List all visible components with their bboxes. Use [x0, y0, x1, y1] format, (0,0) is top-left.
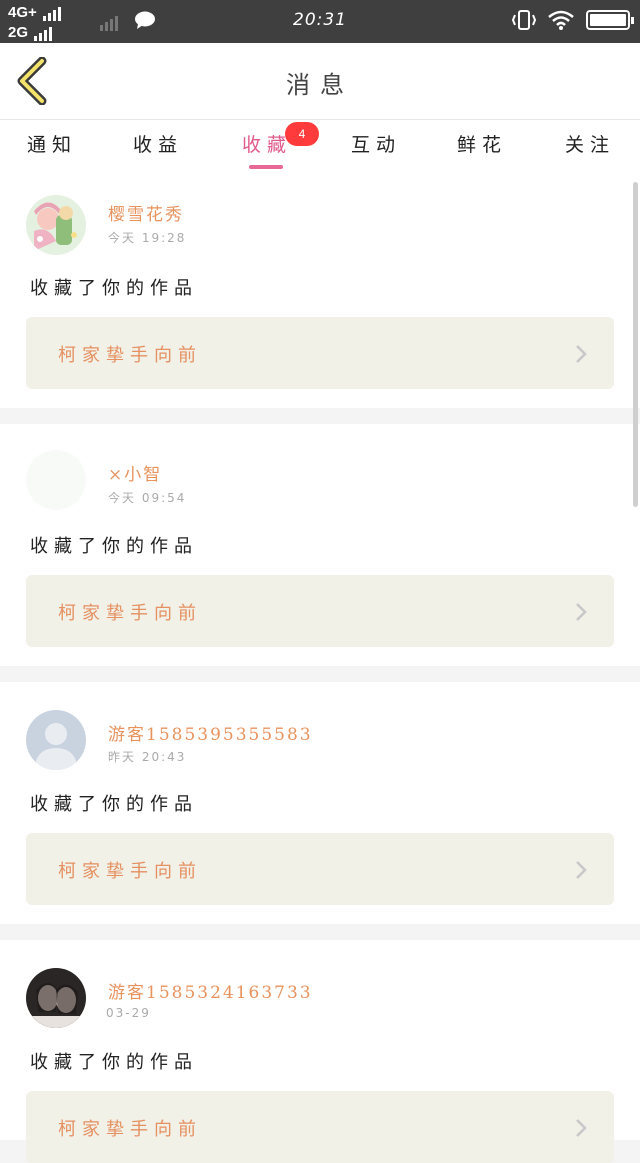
- active-tab-indicator: [249, 165, 283, 169]
- tab-label: 互动: [350, 134, 401, 156]
- tab-interactions[interactable]: 互动: [336, 130, 416, 157]
- username[interactable]: ×小智: [108, 460, 162, 485]
- username[interactable]: 游客1585324163733: [108, 978, 313, 1003]
- avatar[interactable]: [26, 450, 86, 510]
- message-card: ×小智 今天 09:54 收藏了你的作品 柯家挚手向前: [0, 424, 640, 666]
- wifi-icon: [548, 10, 574, 30]
- timestamp: 今天 19:28: [108, 231, 187, 245]
- tab-label: 通知: [26, 134, 77, 156]
- tab-following[interactable]: 关注: [550, 130, 630, 157]
- chevron-right-icon: [576, 861, 587, 879]
- timestamp: 今天 09:54: [108, 491, 187, 505]
- message-card: 游客1585395355583 昨天 20:43 收藏了你的作品 柯家挚手向前: [0, 682, 640, 924]
- unread-badge: 4: [285, 122, 319, 146]
- default-user-avatar-image: [26, 710, 86, 770]
- timestamp: 昨天 20:43: [108, 750, 187, 764]
- tab-favorites[interactable]: 收藏 4: [227, 122, 319, 157]
- photo-avatar-image: [26, 968, 86, 1028]
- header: 消息: [0, 43, 640, 119]
- anime-avatar-image: [26, 195, 86, 255]
- avatar[interactable]: [26, 710, 86, 770]
- tab-label: 鲜花: [456, 134, 507, 156]
- action-text: 收藏了你的作品: [30, 278, 198, 299]
- work-title: 柯家挚手向前: [58, 603, 202, 624]
- avatar[interactable]: [26, 195, 86, 255]
- timestamp: 03-29: [106, 1006, 151, 1020]
- chevron-right-icon: [576, 603, 587, 621]
- vibrate-icon: [512, 10, 536, 30]
- work-link[interactable]: 柯家挚手向前: [26, 833, 614, 905]
- tab-label: 关注: [564, 134, 615, 156]
- chevron-right-icon: [576, 1119, 587, 1137]
- scrollbar[interactable]: [633, 182, 638, 507]
- username[interactable]: 游客1585395355583: [108, 720, 313, 745]
- work-link[interactable]: 柯家挚手向前: [26, 575, 614, 647]
- action-text: 收藏了你的作品: [30, 794, 198, 815]
- action-text: 收藏了你的作品: [30, 536, 198, 557]
- work-title: 柯家挚手向前: [58, 861, 202, 882]
- tab-flowers[interactable]: 鲜花: [442, 130, 522, 157]
- work-link[interactable]: 柯家挚手向前: [26, 317, 614, 389]
- tab-earnings[interactable]: 收益: [118, 130, 198, 157]
- work-title: 柯家挚手向前: [58, 1119, 202, 1140]
- work-link[interactable]: 柯家挚手向前: [26, 1091, 614, 1163]
- tab-notifications[interactable]: 通知: [12, 130, 92, 157]
- chevron-right-icon: [576, 345, 587, 363]
- action-text: 收藏了你的作品: [30, 1052, 198, 1073]
- work-title: 柯家挚手向前: [58, 345, 202, 366]
- message-card: 游客1585324163733 03-29 收藏了你的作品 柯家挚手向前: [0, 940, 640, 1163]
- message-card: 樱雪花秀 今天 19:28 收藏了你的作品 柯家挚手向前: [0, 178, 640, 408]
- tab-bar: 通知 收益 收藏 4 互动 鲜花 关注: [0, 119, 640, 178]
- battery-icon: [586, 10, 634, 30]
- username[interactable]: 樱雪花秀: [108, 200, 184, 225]
- status-bar: 4G+ 2G 20:31: [0, 0, 640, 43]
- page-title: 消息: [286, 71, 354, 99]
- avatar[interactable]: [26, 968, 86, 1028]
- tab-label: 收益: [132, 134, 183, 156]
- blank-avatar-image: [26, 450, 86, 510]
